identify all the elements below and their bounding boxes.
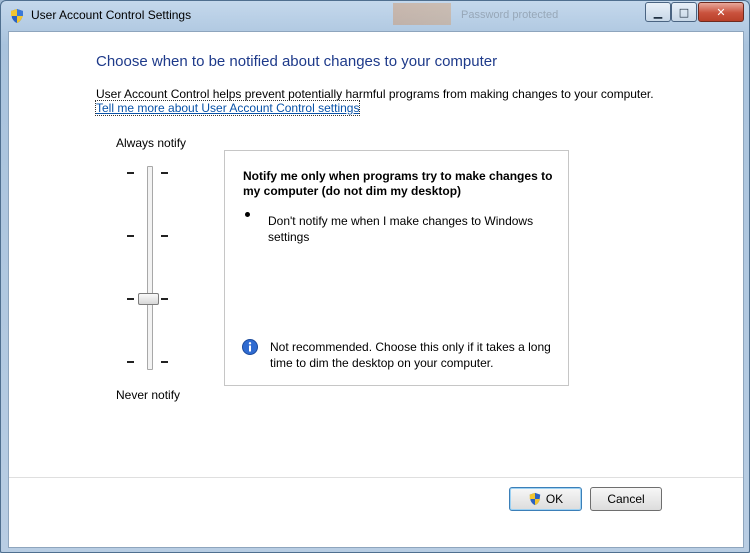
ok-button[interactable]: OK [509, 487, 582, 511]
background-window-icon [393, 3, 451, 25]
page-heading: Choose when to be notified about changes… [96, 53, 498, 70]
slider-tick-right-4 [161, 361, 168, 363]
close-icon: ✕ [716, 5, 726, 19]
slider-tick-left-3 [127, 298, 134, 300]
learn-more-link[interactable]: Tell me more about User Account Control … [94, 100, 361, 116]
slider-thumb[interactable] [138, 293, 159, 305]
level-bullet-text: Don't notify me when I make changes to W… [268, 214, 534, 244]
bullet-icon [245, 212, 250, 217]
slider-tick-left-1 [127, 172, 134, 174]
level-description-panel: Notify me only when programs try to make… [224, 150, 569, 386]
footer-divider [9, 477, 743, 478]
cancel-button-label: Cancel [607, 492, 645, 506]
dialog-body: Choose when to be notified about changes… [8, 31, 744, 548]
title-bar[interactable]: User Account Control Settings Password p… [1, 1, 749, 31]
uac-settings-window: User Account Control Settings Password p… [0, 0, 750, 553]
uac-shield-icon [529, 492, 541, 506]
close-button[interactable]: ✕ [698, 2, 744, 22]
slider-tick-right-1 [161, 172, 168, 174]
minimize-icon: ▁ [653, 5, 663, 19]
cancel-button[interactable]: Cancel [590, 487, 662, 511]
level-title: Notify me only when programs try to make… [243, 169, 553, 198]
maximize-icon: □ [678, 5, 690, 19]
slider-tick-right-2 [161, 235, 168, 237]
slider-tick-left-2 [127, 235, 134, 237]
slider-tick-left-4 [127, 361, 134, 363]
background-window-text: Password protected [461, 9, 559, 21]
notification-slider-track[interactable] [147, 166, 153, 370]
info-icon [242, 339, 258, 355]
description-text: User Account Control helps prevent poten… [96, 87, 654, 101]
uac-shield-icon [11, 9, 23, 23]
ok-button-label: OK [545, 492, 564, 506]
level-info-text: Not recommended. Choose this only if it … [270, 340, 551, 370]
window-title: User Account Control Settings [31, 8, 192, 22]
minimize-button[interactable]: ▁ [645, 2, 671, 22]
slider-bottom-label: Never notify [116, 388, 181, 402]
slider-tick-right-3 [161, 298, 168, 300]
maximize-button[interactable]: □ [671, 2, 697, 22]
slider-top-label: Always notify [116, 136, 187, 150]
